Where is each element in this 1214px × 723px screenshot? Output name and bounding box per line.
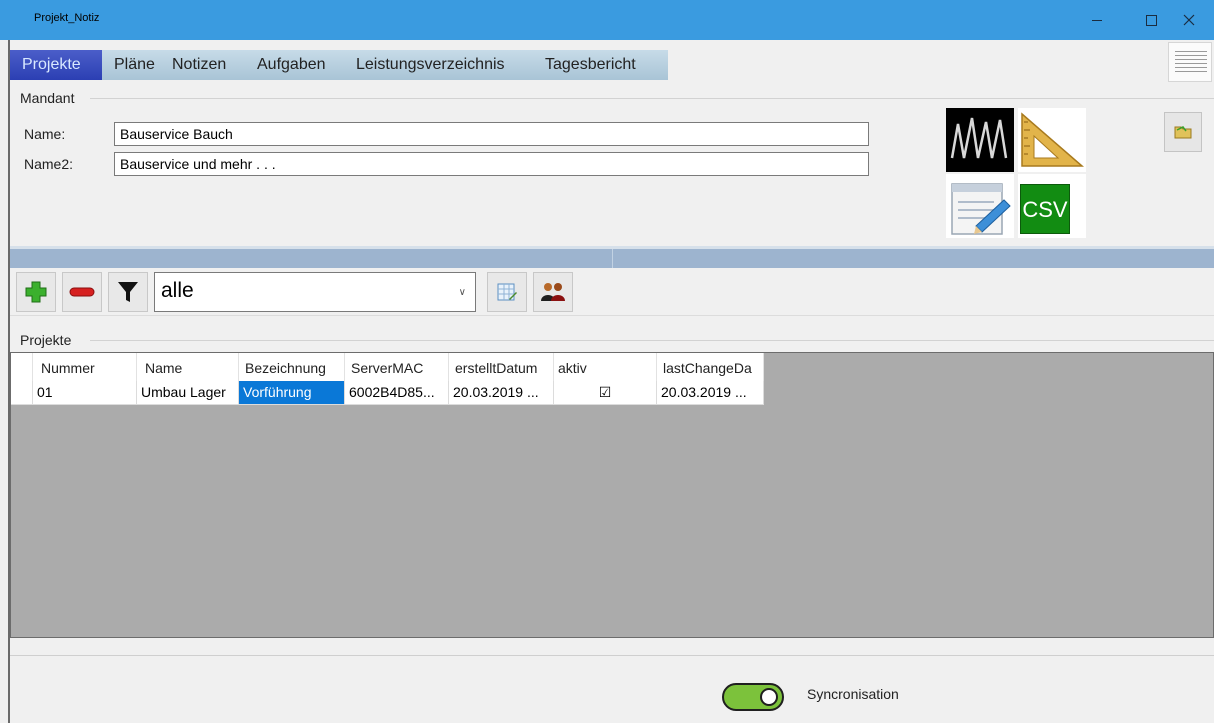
notepad-pencil-icon[interactable]	[946, 174, 1014, 238]
users-icon	[541, 283, 565, 301]
csv-export-icon[interactable]: CSV	[1018, 174, 1086, 238]
tab-projekte[interactable]: Projekte	[10, 50, 102, 80]
toggle-knob	[760, 688, 778, 706]
tab-notizen[interactable]: Notizen	[160, 50, 245, 80]
column-header-bezeichnung[interactable]: Bezeichnung	[239, 353, 345, 381]
name-field[interactable]: Bauservice Bauch	[114, 122, 869, 146]
menu-icon-line	[1175, 59, 1207, 60]
column-header-aktiv[interactable]: aktiv	[554, 353, 657, 381]
sync-label: Syncronisation	[807, 686, 899, 702]
splitter-separator	[612, 249, 613, 268]
tab-aufgaben[interactable]: Aufgaben	[245, 50, 344, 80]
csv-label: CSV	[1020, 184, 1070, 234]
remove-icon	[69, 287, 95, 297]
open-folder-button[interactable]	[1164, 112, 1202, 152]
name2-label: Name2:	[24, 156, 74, 172]
cell-servermac[interactable]: 6002B4D85...	[345, 381, 449, 405]
folder-icon	[1174, 126, 1192, 139]
tab-label: Tagesbericht	[545, 56, 636, 73]
grid-header: Nummer Name Bezeichnung ServerMAC erstel…	[11, 353, 764, 381]
main-tabs: Projekte Pläne Notizen Aufgaben Leistung…	[10, 50, 668, 80]
tab-label: Projekte	[22, 56, 81, 73]
table-edit-button[interactable]	[487, 272, 527, 312]
aktiv-checkbox[interactable]: ☑	[554, 381, 657, 405]
name2-field[interactable]: Bauservice und mehr . . .	[114, 152, 869, 176]
window-title: Projekt_Notiz	[34, 12, 100, 24]
filter-select-value: alle	[161, 279, 194, 302]
table-edit-icon	[497, 283, 517, 301]
close-button[interactable]	[1166, 0, 1212, 40]
filter-button[interactable]	[108, 272, 148, 312]
column-header-name[interactable]: Name	[137, 353, 239, 381]
table-row[interactable]: 01 Umbau Lager Vorführung 6002B4D85... 2…	[11, 381, 764, 405]
chevron-down-icon: ∨	[458, 287, 466, 298]
cell-erstelltdatum[interactable]: 20.03.2019 ...	[449, 381, 554, 405]
column-header-lastchange[interactable]: lastChangeDa	[657, 353, 764, 381]
name-label: Name:	[24, 126, 66, 142]
users-button[interactable]	[533, 272, 573, 312]
bottom-panel	[10, 655, 1214, 723]
menu-icon-line	[1175, 71, 1207, 72]
column-header-erstelltdatum[interactable]: erstelltDatum	[449, 353, 554, 381]
cell-lastchange[interactable]: 20.03.2019 ...	[657, 381, 764, 405]
title-bar: Projekt_Notiz	[0, 0, 1214, 40]
tab-label: Pläne	[114, 56, 155, 73]
cell-name[interactable]: Umbau Lager	[137, 381, 239, 405]
minimize-button[interactable]	[1074, 0, 1120, 40]
sync-toggle[interactable]	[722, 683, 784, 711]
remove-button[interactable]	[62, 272, 102, 312]
tab-leistungsverzeichnis[interactable]: Leistungsverzeichnis	[344, 50, 533, 80]
cell-bezeichnung[interactable]: Vorführung	[239, 381, 345, 405]
projekte-group-title: Projekte	[20, 332, 74, 348]
menu-icon-line	[1175, 63, 1207, 64]
column-header-servermac[interactable]: ServerMAC	[345, 353, 449, 381]
row-header-corner	[11, 353, 33, 381]
add-icon	[25, 281, 47, 303]
tab-label: Aufgaben	[257, 56, 326, 73]
zigzag-chart-icon[interactable]	[946, 108, 1014, 172]
close-icon	[1183, 14, 1195, 26]
filter-select[interactable]: alle ∨	[154, 272, 476, 312]
menu-icon-line	[1175, 67, 1207, 68]
row-header[interactable]	[11, 381, 33, 405]
tab-label: Notizen	[172, 56, 227, 73]
tab-tagesbericht[interactable]: Tagesbericht	[533, 50, 668, 80]
menu-button[interactable]	[1168, 42, 1212, 82]
menu-icon-line	[1175, 55, 1207, 56]
set-square-icon[interactable]	[1018, 108, 1086, 172]
group-divider	[90, 340, 1214, 341]
mandant-group-title: Mandant	[20, 90, 77, 106]
menu-icon	[1175, 51, 1207, 52]
group-divider	[90, 98, 1214, 99]
column-header-nummer[interactable]: Nummer	[33, 353, 137, 381]
cell-nummer[interactable]: 01	[33, 381, 137, 405]
projects-grid[interactable]: Nummer Name Bezeichnung ServerMAC erstel…	[10, 352, 1214, 638]
add-button[interactable]	[16, 272, 56, 312]
filter-icon	[118, 282, 138, 302]
splitter-bar[interactable]	[10, 246, 1214, 268]
tab-label: Leistungsverzeichnis	[356, 56, 505, 73]
tab-plaene[interactable]: Pläne	[102, 50, 160, 80]
